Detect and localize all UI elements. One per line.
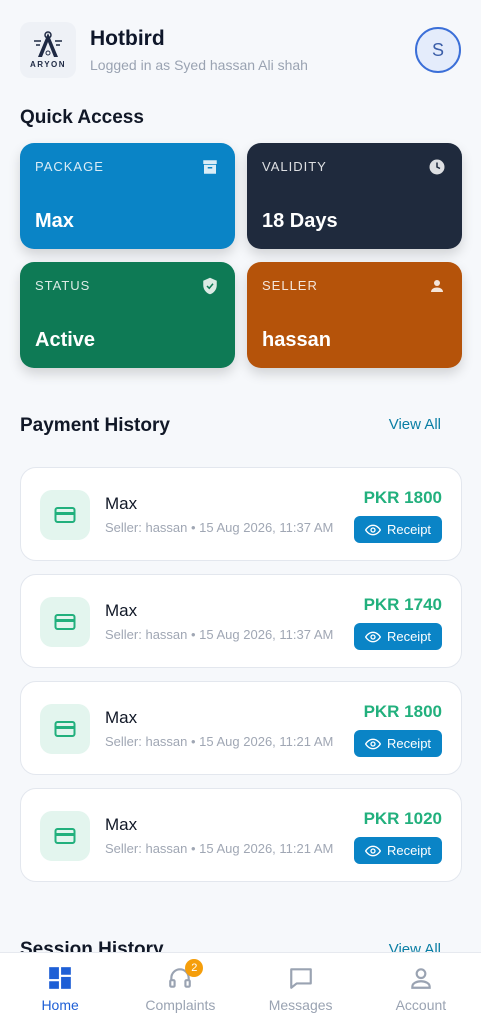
tile-label: PACKAGE bbox=[35, 159, 104, 174]
tile-label: STATUS bbox=[35, 278, 91, 293]
payment-meta: Seller: hassan • 15 Aug 2026, 11:37 AM bbox=[105, 520, 334, 535]
receipt-button[interactable]: Receipt bbox=[354, 623, 442, 650]
nav-label: Home bbox=[41, 996, 79, 1013]
nav-messages[interactable]: Messages bbox=[241, 953, 361, 1024]
payment-amount: PKR 1800 bbox=[363, 702, 442, 721]
aryon-logo-icon bbox=[34, 31, 62, 57]
receipt-label: Receipt bbox=[386, 629, 432, 644]
payment-card[interactable]: Max Seller: hassan • 15 Aug 2026, 11:37 … bbox=[20, 467, 462, 561]
tile-label: SELLER bbox=[262, 278, 318, 293]
nav-label: Account bbox=[395, 996, 447, 1013]
tile-value: hassan bbox=[262, 329, 331, 351]
payment-amount: PKR 1020 bbox=[363, 809, 442, 828]
payment-icon-box bbox=[40, 597, 90, 647]
payment-package-name: Max bbox=[105, 815, 138, 834]
validity-tile[interactable]: VALIDITY 18 Days bbox=[247, 143, 462, 249]
avatar[interactable]: S bbox=[415, 27, 461, 73]
nav-home[interactable]: Home bbox=[0, 953, 120, 1024]
payment-icon-box bbox=[40, 490, 90, 540]
eye-icon bbox=[364, 738, 381, 749]
eye-icon bbox=[364, 631, 381, 642]
receipt-label: Receipt bbox=[386, 736, 432, 751]
app-logo: ARYON bbox=[20, 22, 76, 78]
nav-label: Messages bbox=[268, 996, 333, 1013]
receipt-button[interactable]: Receipt bbox=[354, 730, 442, 757]
receipt-button[interactable]: Receipt bbox=[354, 837, 442, 864]
credit-card-icon bbox=[54, 614, 76, 630]
receipt-label: Receipt bbox=[386, 522, 432, 537]
payment-view-all-link[interactable]: View All bbox=[389, 416, 441, 433]
shield-check-icon bbox=[203, 277, 217, 295]
receipt-label: Receipt bbox=[386, 843, 432, 858]
tile-label: VALIDITY bbox=[262, 159, 327, 174]
payment-package-name: Max bbox=[105, 601, 138, 620]
payment-amount: PKR 1740 bbox=[363, 595, 442, 614]
payment-package-name: Max bbox=[105, 494, 138, 513]
seller-tile[interactable]: SELLER hassan bbox=[247, 262, 462, 368]
credit-card-icon bbox=[54, 507, 76, 523]
archive-icon bbox=[203, 160, 217, 174]
credit-card-icon bbox=[54, 721, 76, 737]
clock-icon bbox=[429, 159, 445, 175]
bottom-nav: Home Complaints 2 Messages Account bbox=[0, 952, 481, 1024]
eye-icon bbox=[364, 524, 381, 535]
receipt-button[interactable]: Receipt bbox=[354, 516, 442, 543]
payment-card[interactable]: Max Seller: hassan • 15 Aug 2026, 11:21 … bbox=[20, 681, 462, 775]
person-icon bbox=[431, 280, 443, 292]
payment-card[interactable]: Max Seller: hassan • 15 Aug 2026, 11:21 … bbox=[20, 788, 462, 882]
nav-account[interactable]: Account bbox=[361, 953, 481, 1024]
eye-icon bbox=[364, 845, 381, 856]
dashboard-icon bbox=[49, 966, 71, 989]
logged-in-subtitle: Logged in as Syed hassan Ali shah bbox=[90, 57, 308, 73]
payment-meta: Seller: hassan • 15 Aug 2026, 11:37 AM bbox=[105, 627, 334, 642]
message-icon bbox=[289, 967, 312, 989]
nav-complaints[interactable]: Complaints 2 bbox=[120, 953, 240, 1024]
user-icon bbox=[411, 967, 431, 989]
payment-history-title: Payment History bbox=[20, 415, 170, 436]
nav-label: Complaints bbox=[145, 996, 216, 1013]
quick-access-title: Quick Access bbox=[20, 107, 144, 128]
payment-meta: Seller: hassan • 15 Aug 2026, 11:21 AM bbox=[105, 734, 334, 749]
payment-amount: PKR 1800 bbox=[363, 488, 442, 507]
tile-value: Max bbox=[35, 210, 74, 232]
tile-value: 18 Days bbox=[262, 210, 338, 232]
status-tile[interactable]: STATUS Active bbox=[20, 262, 235, 368]
credit-card-icon bbox=[54, 828, 76, 844]
tile-value: Active bbox=[35, 329, 96, 351]
package-tile[interactable]: PACKAGE Max bbox=[20, 143, 235, 249]
payment-icon-box bbox=[40, 811, 90, 861]
app-header: ARYON Hotbird Logged in as Syed hassan A… bbox=[20, 20, 461, 80]
payment-package-name: Max bbox=[105, 708, 138, 727]
logo-text: ARYON bbox=[29, 60, 67, 69]
payment-meta: Seller: hassan • 15 Aug 2026, 11:21 AM bbox=[105, 841, 334, 856]
payment-icon-box bbox=[40, 704, 90, 754]
complaints-badge: 2 bbox=[185, 959, 204, 977]
app-title: Hotbird bbox=[90, 27, 165, 50]
payment-card[interactable]: Max Seller: hassan • 15 Aug 2026, 11:37 … bbox=[20, 574, 462, 668]
